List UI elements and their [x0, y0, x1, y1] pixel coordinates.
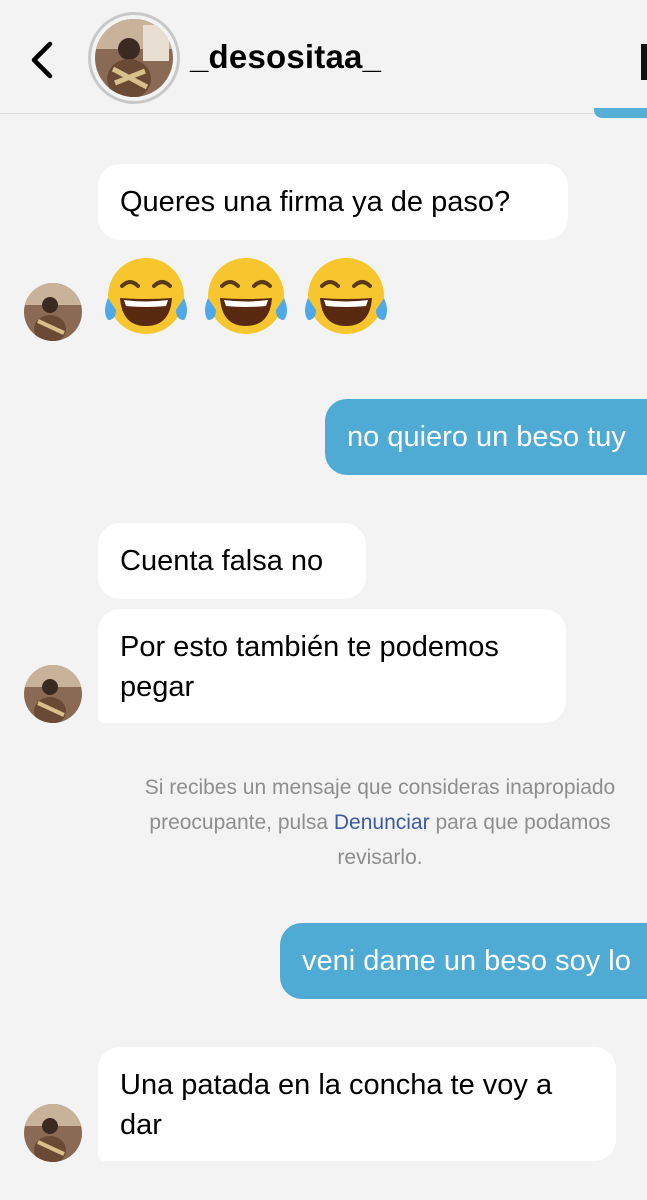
- outgoing-message[interactable]: veni dame un beso soy lo: [280, 923, 647, 999]
- message-text-line: Por esto también te podemos: [120, 631, 499, 663]
- incoming-message[interactable]: Cuenta falsa no: [98, 523, 366, 599]
- incoming-message[interactable]: Por esto también te podemos pegar: [98, 609, 566, 723]
- header-action-icon-edge[interactable]: [641, 44, 647, 80]
- message-text-line: dar: [120, 1109, 162, 1141]
- face-with-tears-of-joy-icon: [205, 258, 287, 334]
- report-link[interactable]: Denunciar: [334, 811, 430, 834]
- face-with-tears-of-joy-icon: [305, 258, 387, 334]
- message-text: veni dame un beso soy lo: [302, 945, 631, 977]
- previous-outgoing-bubble-edge: [594, 108, 647, 118]
- sender-avatar[interactable]: [24, 1104, 82, 1162]
- notice-line: Si recibes un mensaje que consideras ina…: [144, 776, 616, 799]
- message-text-line: Una patada en la concha te voy a: [120, 1069, 553, 1101]
- face-with-tears-of-joy-icon: [105, 258, 187, 334]
- notice-text: para que podamos: [429, 811, 611, 834]
- message-text-line: pegar: [120, 671, 195, 703]
- chevron-left-icon[interactable]: [26, 38, 60, 82]
- report-notice: Si recibes un mensaje que consideras ina…: [80, 770, 647, 875]
- notice-line: revisarlo.: [337, 846, 423, 869]
- sender-avatar[interactable]: [24, 665, 82, 723]
- chat-username[interactable]: _desositaa_: [190, 38, 381, 76]
- incoming-message[interactable]: Una patada en la concha te voy a dar: [98, 1047, 616, 1161]
- chat-header: _desositaa_: [0, 0, 647, 114]
- avatar-photo: [95, 19, 173, 97]
- profile-avatar[interactable]: [88, 12, 180, 104]
- message-text: no quiero un beso tuy: [347, 421, 626, 453]
- notice-line: preocupante, pulsa Denunciar para que po…: [80, 805, 647, 840]
- notice-text: preocupante, pulsa: [149, 811, 334, 834]
- sender-avatar[interactable]: [24, 283, 82, 341]
- message-text: Cuenta falsa no: [120, 545, 324, 577]
- outgoing-message[interactable]: no quiero un beso tuy: [325, 399, 647, 475]
- incoming-message[interactable]: Queres una firma ya de paso?: [98, 164, 568, 240]
- message-text: Queres una firma ya de paso?: [120, 186, 511, 218]
